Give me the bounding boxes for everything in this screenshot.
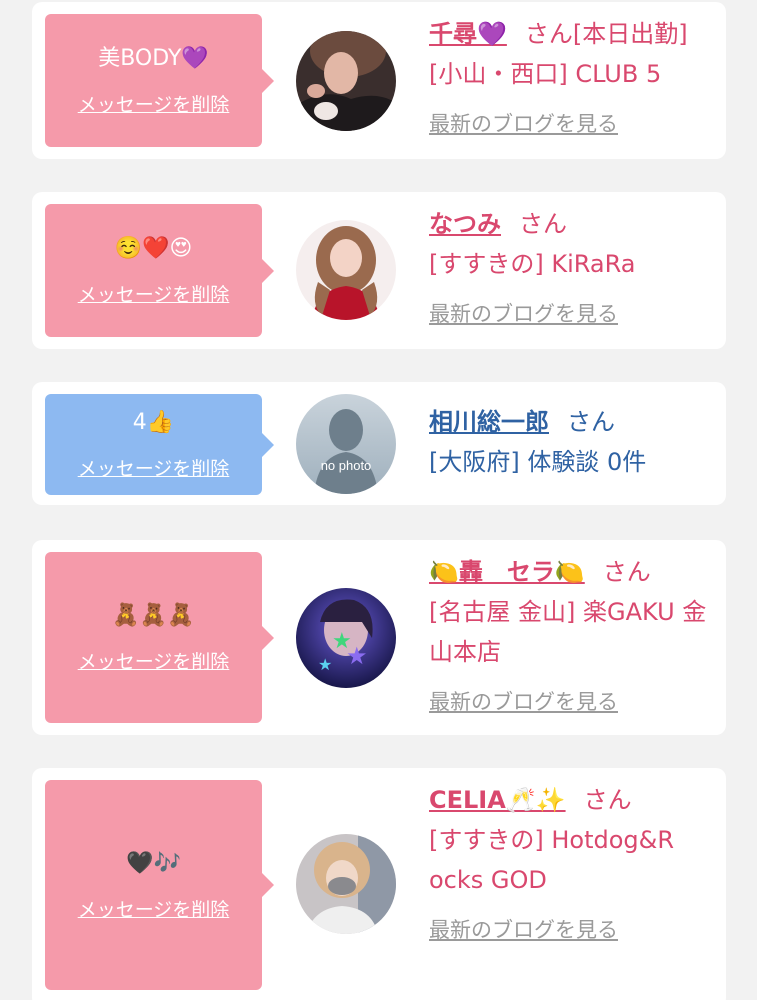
message-text: ☺️❤️😍 bbox=[114, 236, 193, 261]
cast-name-link[interactable]: 相川総一郎 bbox=[429, 408, 549, 436]
cast-name-link[interactable]: 🍋轟 セラ🍋 bbox=[429, 558, 585, 586]
shop-name: [小山・西口] CLUB 5 bbox=[429, 60, 662, 88]
message-text: 🖤🎶 bbox=[126, 850, 181, 876]
cast-name-link[interactable]: なつみ bbox=[429, 210, 501, 238]
message-card: 🧸🧸🧸 メッセージを削除 ★ ★ ★ 🍋轟 セラ🍋 さん [名古屋 金山] 楽G… bbox=[32, 540, 726, 735]
svg-text:★: ★ bbox=[318, 655, 332, 674]
shop-name: [すすきの] Hotdog&Rocks GOD bbox=[429, 826, 675, 894]
message-text: 4👍 bbox=[132, 410, 175, 435]
cast-name-link[interactable]: 千尋💜 bbox=[429, 20, 507, 48]
message-bubble: 美BODY💜 メッセージを削除 bbox=[45, 14, 274, 147]
shop-name: [大阪府] 体験談 0件 bbox=[429, 448, 647, 476]
svg-text:★: ★ bbox=[346, 642, 368, 670]
avatar[interactable] bbox=[296, 31, 396, 131]
latest-blog-link[interactable]: 最新のブログを見る bbox=[429, 294, 618, 334]
honorific: さん bbox=[583, 786, 632, 814]
honorific: さん bbox=[519, 210, 567, 238]
no-photo-label: no photo bbox=[320, 458, 372, 473]
cast-info: CELIA🥂✨ さん [すすきの] Hotdog&Rocks GOD 最新のブログ… bbox=[429, 780, 711, 950]
honorific: さん bbox=[567, 408, 615, 436]
message-card: ☺️❤️😍 メッセージを削除 なつみ さん [すすきの] KiRaRa 最新のブロ… bbox=[32, 192, 726, 349]
honorific: さん bbox=[602, 558, 651, 586]
shop-name: [名古屋 金山] 楽GAKU 金山本店 bbox=[429, 598, 707, 666]
message-bubble: 4👍 メッセージを削除 bbox=[45, 394, 274, 495]
cast-info: 🍋轟 セラ🍋 さん [名古屋 金山] 楽GAKU 金山本店 最新のブログを見る bbox=[429, 552, 711, 722]
message-text: 美BODY💜 bbox=[98, 46, 209, 71]
avatar[interactable]: ★ ★ ★ bbox=[296, 588, 396, 688]
delete-message-link[interactable]: メッセージを削除 bbox=[78, 895, 230, 922]
delete-message-link[interactable]: メッセージを削除 bbox=[78, 454, 230, 481]
delete-message-link[interactable]: メッセージを削除 bbox=[78, 647, 230, 674]
delete-message-link[interactable]: メッセージを削除 bbox=[78, 280, 230, 307]
message-list: 美BODY💜 メッセージを削除 千尋💜 さん[本日出勤] [小山・西口] CLUB… bbox=[0, 0, 757, 1000]
latest-blog-link[interactable]: 最新のブログを見る bbox=[429, 104, 618, 144]
avatar-placeholder[interactable]: no photo bbox=[296, 394, 396, 494]
cast-name-link[interactable]: CELIA🥂✨ bbox=[429, 786, 566, 814]
shop-name: [すすきの] KiRaRa bbox=[429, 250, 636, 278]
avatar[interactable] bbox=[296, 220, 396, 320]
latest-blog-link[interactable]: 最新のブログを見る bbox=[429, 682, 618, 722]
cast-info: 相川総一郎 さん [大阪府] 体験談 0件 bbox=[429, 402, 711, 482]
cast-info: 千尋💜 さん[本日出勤] [小山・西口] CLUB 5 最新のブログを見る bbox=[429, 14, 711, 144]
honorific: さん[本日出勤] bbox=[524, 20, 688, 48]
avatar[interactable] bbox=[296, 834, 396, 934]
message-bubble: 🧸🧸🧸 メッセージを削除 bbox=[45, 552, 274, 723]
message-card: 4👍 メッセージを削除 no photo 相川総一郎 さん [大阪府] 体験談 … bbox=[32, 382, 726, 505]
delete-message-link[interactable]: メッセージを削除 bbox=[78, 90, 230, 117]
message-bubble: ☺️❤️😍 メッセージを削除 bbox=[45, 204, 274, 337]
message-card: 🖤🎶 メッセージを削除 CELIA🥂✨ さん [すすきの] Hotdog&Rock… bbox=[32, 768, 726, 1000]
latest-blog-link[interactable]: 最新のブログを見る bbox=[429, 910, 618, 950]
cast-info: なつみ さん [すすきの] KiRaRa 最新のブログを見る bbox=[429, 204, 711, 334]
message-text: 🧸🧸🧸 bbox=[112, 603, 195, 628]
message-bubble: 🖤🎶 メッセージを削除 bbox=[45, 780, 274, 990]
message-card: 美BODY💜 メッセージを削除 千尋💜 さん[本日出勤] [小山・西口] CLUB… bbox=[32, 2, 726, 159]
